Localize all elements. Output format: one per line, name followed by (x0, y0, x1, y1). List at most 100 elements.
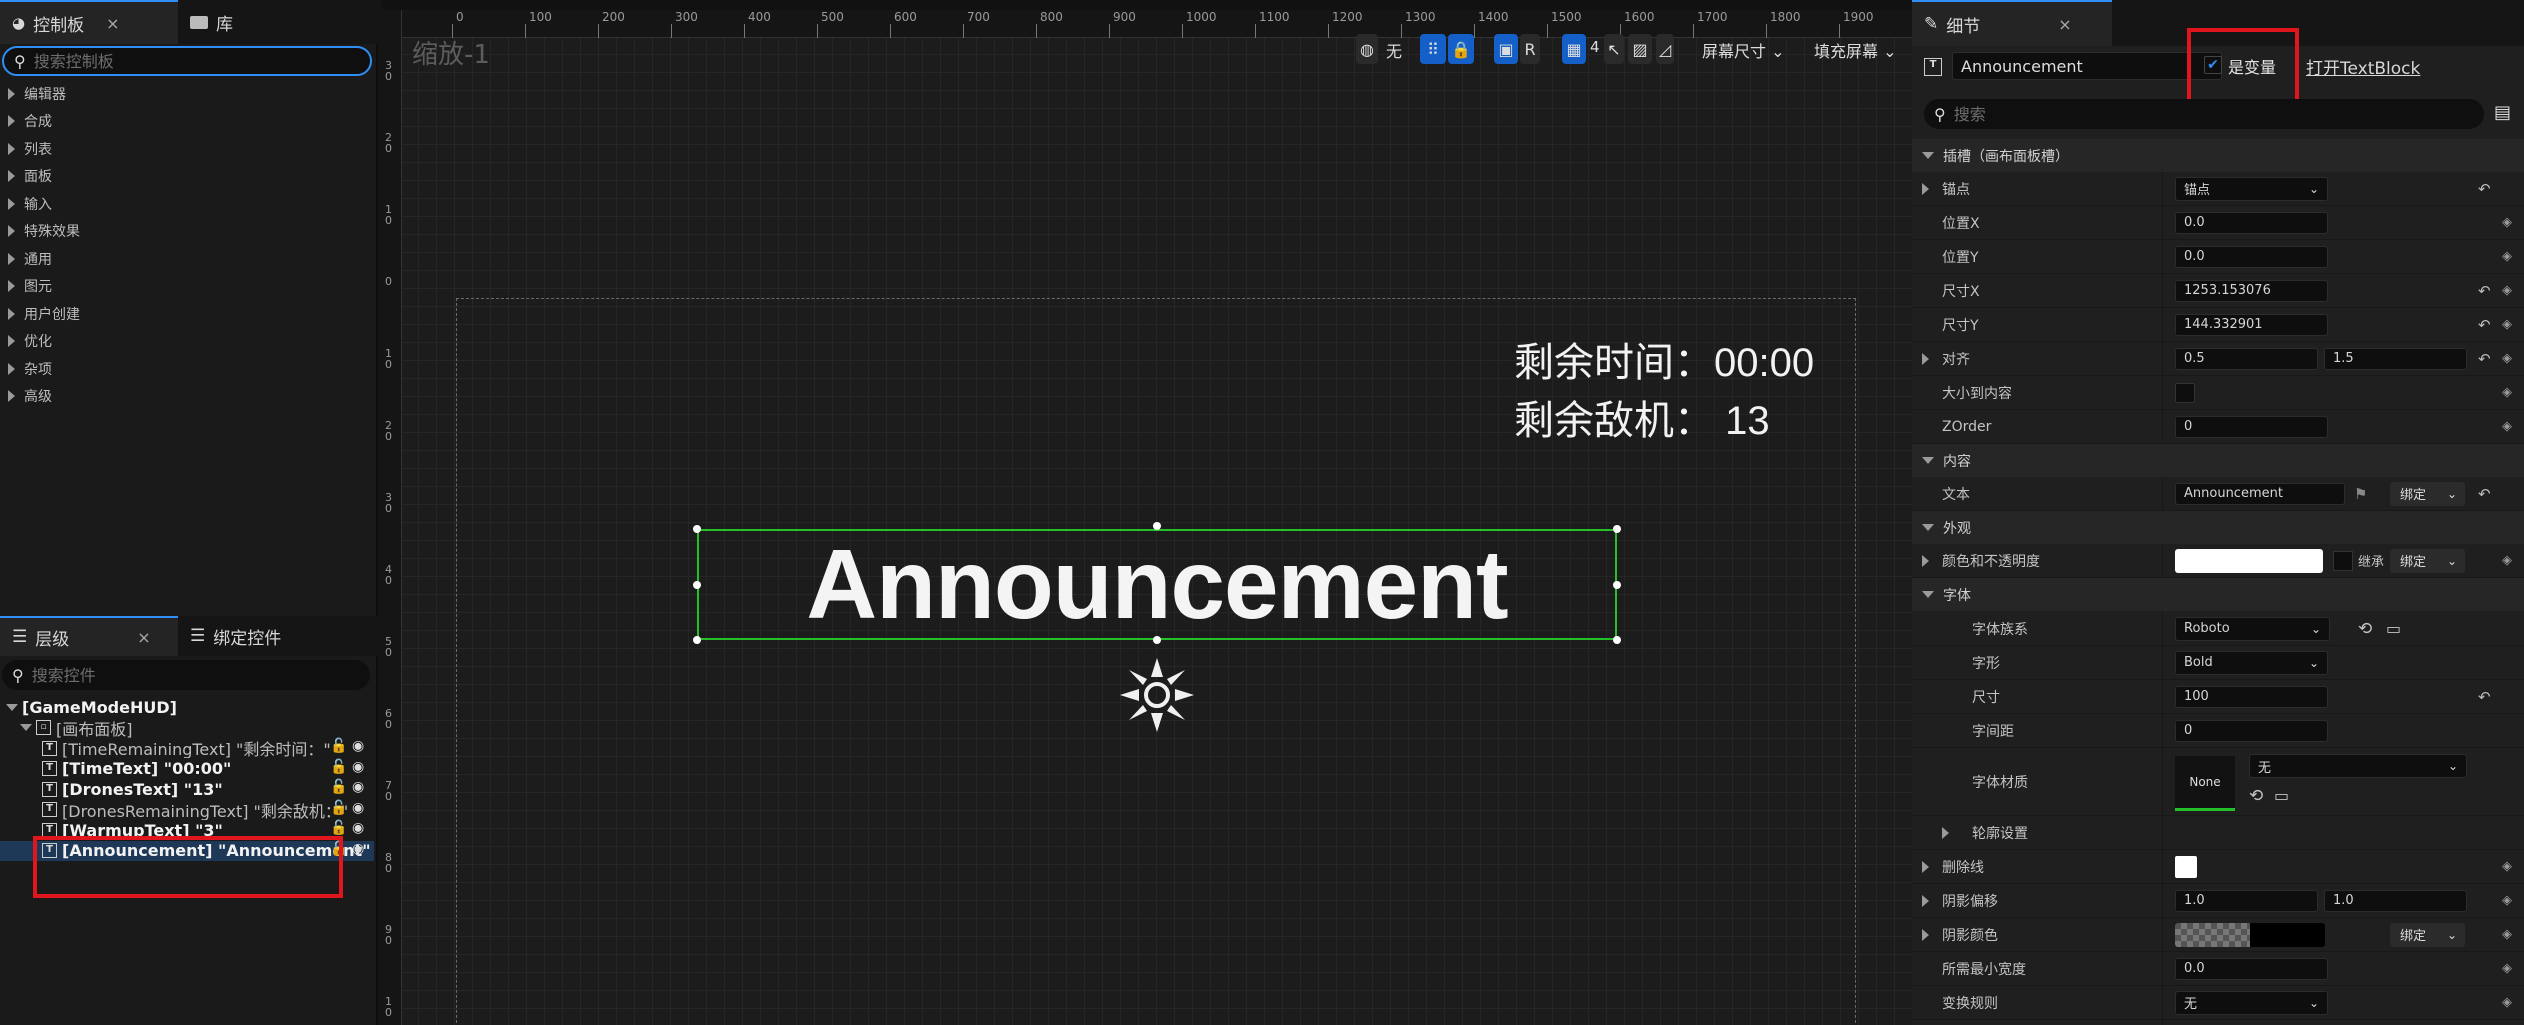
expand-arrow-icon[interactable] (1922, 928, 1929, 941)
pin-icon[interactable]: ◈ (2502, 317, 2512, 332)
size-to-content-checkbox[interactable] (2175, 382, 2195, 403)
material-thumbnail[interactable]: None (2175, 756, 2235, 811)
palette-category[interactable]: 图元 (0, 273, 374, 300)
palette-category[interactable]: 合成 (0, 108, 374, 135)
tab-hierarchy[interactable]: ☰ 层级 × (0, 616, 178, 656)
tree-item[interactable]: T [TimeText] "00:00" (0, 759, 374, 779)
resize-handle[interactable] (1153, 636, 1161, 644)
section-slot[interactable]: 插槽（画布面板槽） (1912, 139, 2524, 172)
property-dropdown[interactable]: 锚点 ⌄ (2175, 176, 2328, 201)
folder-search-icon[interactable]: ▭ (2386, 619, 2401, 638)
globe-icon[interactable]: ◍ (1356, 34, 1378, 64)
announcement-selection[interactable]: Announcement (697, 529, 1617, 640)
property-value-field[interactable]: 1253.153076 (2175, 279, 2328, 302)
tree-item[interactable]: ▫ [画布面板] (0, 718, 374, 738)
screen-size-dropdown[interactable]: 屏幕尺寸 ⌄ (1702, 38, 1785, 62)
shadow-color-swatch[interactable] (2175, 922, 2325, 947)
visibility-eye-icon[interactable]: ◉ (352, 800, 364, 816)
palette-search[interactable]: ⚲ (2, 46, 372, 76)
tree-item[interactable]: T [DronesText] "13" (0, 779, 374, 799)
drones-text[interactable]: 剩余敌机： 13 (1514, 388, 1770, 446)
property-value-field[interactable]: 144.332901 (2175, 313, 2328, 336)
expand-arrow-icon[interactable] (1922, 182, 1929, 195)
visibility-eye-icon[interactable]: ◉ (352, 738, 364, 754)
reset-icon[interactable]: ↶ (2478, 350, 2491, 368)
fill-screen-dropdown[interactable]: 填充屏幕 ⌄ (1814, 38, 1897, 62)
resize-icon[interactable]: ◿ (1656, 34, 1674, 64)
bind-dropdown[interactable]: 绑定 ⌄ (2390, 481, 2465, 506)
expand-arrow-icon[interactable] (1922, 860, 1929, 873)
property-value-field[interactable]: 1.5 (2324, 347, 2467, 370)
resize-handle[interactable] (1613, 581, 1621, 589)
property-value-field[interactable]: 0 (2175, 719, 2328, 742)
folder-search-icon[interactable]: ▭ (2274, 786, 2289, 805)
visibility-eye-icon[interactable]: ◉ (352, 841, 364, 857)
palette-category[interactable]: 高级 (0, 383, 374, 410)
resize-handle[interactable] (693, 636, 701, 644)
browse-icon[interactable]: ⟲ (2249, 786, 2263, 806)
reset-icon[interactable]: ↶ (2478, 485, 2491, 503)
pin-icon[interactable]: ◈ (2502, 215, 2512, 230)
pin-icon[interactable]: ◈ (2502, 249, 2512, 264)
open-textblock-link[interactable]: 打开TextBlock (2306, 54, 2420, 79)
tree-item[interactable]: T [TimeRemainingText] "剩余时间：" (0, 738, 374, 758)
respect-locks-button[interactable]: R (1520, 34, 1540, 64)
resize-handle[interactable] (1613, 636, 1621, 644)
property-value-field[interactable]: 0.0 (2175, 957, 2328, 980)
hierarchy-search[interactable]: ⚲ (2, 660, 370, 690)
anchor-icon[interactable] (1117, 655, 1197, 735)
layout-icon[interactable]: ▣ (1494, 34, 1518, 64)
is-variable-checkbox[interactable]: ✔ (2204, 56, 2222, 74)
lock-icon[interactable]: 🔓 (330, 820, 347, 836)
pin-icon[interactable]: ◈ (2502, 351, 2512, 366)
pin-icon[interactable]: ◈ (2502, 859, 2512, 874)
reset-icon[interactable]: ↶ (2478, 316, 2491, 334)
expand-arrow-icon[interactable] (1922, 554, 1929, 567)
tree-item[interactable]: [GameModeHUD] (0, 697, 374, 717)
pin-icon[interactable]: ◈ (2502, 553, 2512, 568)
tree-item[interactable]: T [DronesRemainingText] "剩余敌机：" (0, 800, 374, 820)
close-icon[interactable]: × (106, 14, 119, 33)
property-dropdown[interactable]: 无 ⌄ (2249, 754, 2467, 778)
inherit-checkbox[interactable] (2333, 550, 2353, 571)
reset-icon[interactable]: ↶ (2478, 180, 2491, 198)
palette-category[interactable]: 面板 (0, 163, 374, 190)
property-dropdown[interactable]: 无 ⌄ (2175, 990, 2328, 1015)
grid-size[interactable]: 4 (1590, 38, 1600, 56)
palette-category[interactable]: 杂项 (0, 355, 374, 382)
resize-handle[interactable] (693, 581, 701, 589)
snap-icon[interactable]: ⠿ (1420, 34, 1446, 64)
browse-icon[interactable]: ⟲ (2358, 619, 2372, 639)
pin-icon[interactable]: ◈ (2502, 283, 2512, 298)
bind-dropdown[interactable]: 绑定 ⌄ (2390, 922, 2465, 947)
details-search[interactable]: ⚲ (1924, 99, 2484, 129)
property-value-field[interactable]: 0 (2175, 415, 2328, 438)
expand-arrow-icon[interactable] (1942, 826, 1949, 839)
resize-handle[interactable] (1613, 525, 1621, 533)
details-search-input[interactable] (1953, 104, 2422, 124)
visibility-eye-icon[interactable]: ◉ (352, 820, 364, 836)
lock-icon[interactable]: 🔓 (330, 800, 347, 816)
lock-icon[interactable]: 🔓 (330, 779, 347, 795)
section-appearance[interactable]: 外观 (1912, 511, 2524, 544)
property-value-field[interactable]: 0.0 (2175, 211, 2328, 234)
image-icon[interactable]: ▨ (1628, 34, 1652, 64)
palette-category[interactable]: 优化 (0, 328, 374, 355)
color-swatch[interactable] (2175, 548, 2323, 573)
localization-none[interactable]: 无 (1386, 38, 1402, 62)
pin-icon[interactable]: ◈ (2502, 385, 2512, 400)
hierarchy-search-input[interactable] (31, 665, 337, 685)
property-value-field[interactable]: 0.5 (2175, 347, 2318, 370)
tab-bind-widgets[interactable]: ☰ 绑定控件 (178, 616, 293, 656)
palette-category[interactable]: 通用 (0, 245, 374, 272)
designer-canvas[interactable]: 0 100 200 300 400 500 600 700 800 900 1000 1100 1200… (382, 0, 1912, 1025)
palette-category[interactable]: 列表 (0, 135, 374, 162)
lock-icon[interactable]: 🔓 (330, 738, 347, 754)
close-icon[interactable]: × (137, 628, 150, 647)
pin-icon[interactable]: ◈ (2502, 419, 2512, 434)
expand-arrow-icon[interactable] (1922, 352, 1929, 365)
tab-details[interactable]: ✎ 细节 × (1912, 0, 2112, 46)
grid-icon[interactable]: ▦ (1562, 34, 1586, 64)
pin-icon[interactable]: ◈ (2502, 927, 2512, 942)
property-value-field[interactable]: 1.0 (2175, 889, 2318, 912)
